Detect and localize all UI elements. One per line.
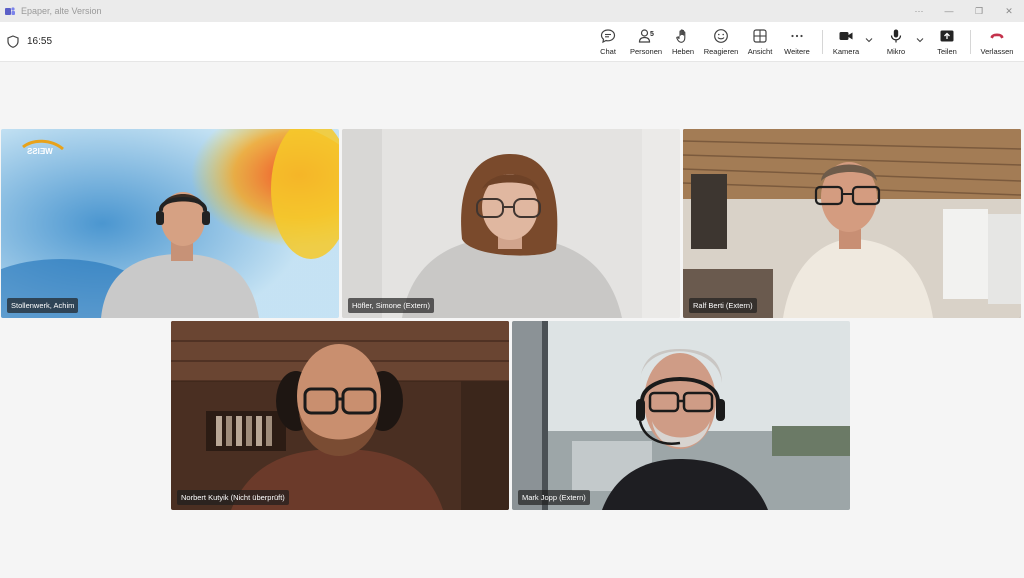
mic-options-chevron-down-icon[interactable] xyxy=(915,35,925,45)
smiley-icon xyxy=(714,29,728,43)
window-close-button[interactable]: ✕ xyxy=(994,0,1024,22)
background-logo: WEISS xyxy=(27,147,53,156)
camera-options-chevron-down-icon[interactable] xyxy=(864,35,874,45)
participant-name-tag: Stollenwerk, Achim xyxy=(7,298,79,313)
window-minimize-button[interactable]: — xyxy=(934,0,964,22)
participant-name-tag: Mark Jopp (Extern) xyxy=(518,490,590,505)
share-button[interactable]: Teilen xyxy=(934,26,960,58)
toolbar-divider xyxy=(822,30,823,54)
participant-name-tag: Norbert Kutyik (Nicht überprüft) xyxy=(177,490,289,505)
raise-hand-icon xyxy=(676,29,686,43)
shield-icon xyxy=(7,35,19,48)
more-button[interactable]: Weitere xyxy=(782,26,812,58)
microphone-icon xyxy=(890,29,902,43)
camera-label: Kamera xyxy=(832,47,860,56)
video-feed xyxy=(512,321,850,510)
mic-button[interactable]: Mikro xyxy=(883,26,909,58)
window-restore-button[interactable]: ❐ xyxy=(964,0,994,22)
video-tile-participant-5[interactable]: Mark Jopp (Extern) xyxy=(512,321,850,510)
hang-up-icon xyxy=(990,33,1004,39)
more-dots-icon xyxy=(791,34,803,38)
video-feed xyxy=(342,129,680,318)
meeting-toolbar: 16:55 Chat 5 Personen Heben Reagieren An… xyxy=(0,22,1024,62)
leave-label: Verlassen xyxy=(980,47,1014,56)
participant-name-tag: Ralf Berti (Extern) xyxy=(689,298,757,313)
chat-icon xyxy=(600,29,616,44)
share-label: Teilen xyxy=(937,47,957,56)
video-tile-participant-2[interactable]: Höfler, Simone (Extern) xyxy=(342,129,680,318)
react-label: Reagieren xyxy=(703,47,739,56)
participant-name-tag: Höfler, Simone (Extern) xyxy=(348,298,434,313)
participant-count-badge: 5 xyxy=(650,31,654,38)
view-label: Ansicht xyxy=(747,47,773,56)
chat-button[interactable]: Chat xyxy=(596,26,620,58)
raise-hand-label: Heben xyxy=(671,47,695,56)
meeting-timer: 16:55 xyxy=(27,36,53,47)
video-feed xyxy=(683,129,1021,318)
chat-label: Chat xyxy=(600,47,616,56)
window-title: Epaper, alte Version xyxy=(21,6,102,16)
window-controls: ··· — ❐ ✕ xyxy=(904,0,1024,22)
video-tile-participant-3[interactable]: Ralf Berti (Extern) xyxy=(683,129,1021,318)
camera-icon xyxy=(839,32,853,40)
people-label: Personen xyxy=(629,47,663,56)
teams-app-icon xyxy=(5,7,15,15)
mic-label: Mikro xyxy=(886,47,906,56)
video-tile-participant-4[interactable]: Norbert Kutyik (Nicht überprüft) xyxy=(171,321,509,510)
leave-button[interactable]: Verlassen xyxy=(978,26,1016,58)
title-bar: Epaper, alte Version ··· — ❐ ✕ xyxy=(0,0,1024,22)
share-screen-icon xyxy=(940,30,954,42)
more-label: Weitere xyxy=(784,47,810,56)
video-feed xyxy=(1,129,339,318)
raise-hand-button[interactable]: Heben xyxy=(670,26,696,58)
window-more-button[interactable]: ··· xyxy=(904,0,934,22)
people-button[interactable]: 5 Personen xyxy=(629,26,663,58)
toolbar-divider-2 xyxy=(970,30,971,54)
grid-view-icon xyxy=(753,29,767,43)
react-button[interactable]: Reagieren xyxy=(703,26,739,58)
video-tile-participant-1[interactable]: WEISS Stollenwerk, Achim xyxy=(1,129,339,318)
view-button[interactable]: Ansicht xyxy=(745,26,775,58)
video-feed xyxy=(171,321,509,510)
camera-button[interactable]: Kamera xyxy=(831,26,861,58)
